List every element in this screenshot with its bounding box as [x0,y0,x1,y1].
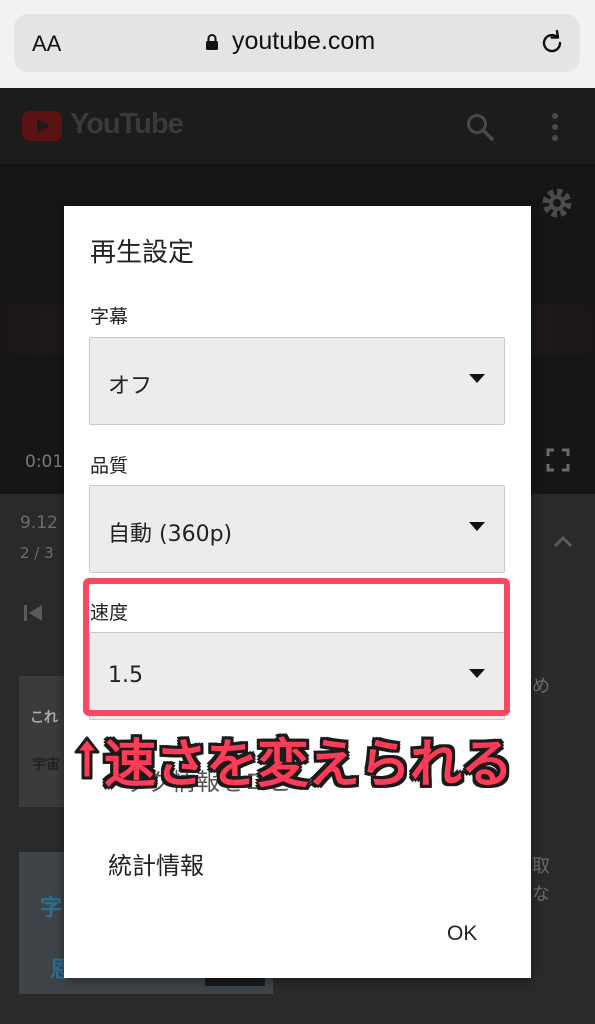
text-size-button[interactable]: AA [32,31,61,57]
url-text[interactable]: youtube.com [232,27,375,56]
ok-button[interactable]: OK [447,922,477,946]
quality-select[interactable]: 自動 (360p) [89,485,505,573]
video-title-fragment: 取 [532,856,550,877]
dropdown-arrow-icon [469,522,485,531]
youtube-logo-text: YouTube [70,108,184,140]
playlist-position: 2 / 3 [20,544,54,562]
dropdown-arrow-icon [469,374,485,383]
captions-value: オフ [108,374,153,399]
chevron-up-icon[interactable] [552,532,574,550]
more-vert-icon[interactable] [548,110,562,144]
lock-icon [206,34,218,50]
captions-label: 字幕 [90,306,129,328]
search-icon[interactable] [465,112,495,142]
quality-value: 自動 (360p) [108,522,233,547]
browser-toolbar: AA youtube.com [0,0,595,88]
annotation-caption: 速さを変えられる [104,735,513,795]
video-info-line: 9.12 [20,513,58,533]
speed-highlight-box [83,578,510,716]
thumbnail-text: これ [30,710,58,726]
video-title-fragment: な [532,884,550,905]
thumbnail-text: 字 [40,896,63,921]
youtube-logo-icon [22,111,62,141]
quality-label: 品質 [90,455,129,477]
dialog-title: 再生設定 [90,238,195,268]
video-time: 0:01 [25,452,64,472]
captions-select[interactable]: オフ [89,337,505,425]
arrow-up-icon [74,736,100,780]
fullscreen-icon[interactable] [546,448,570,472]
thumbnail-text: 宇宙 [32,757,60,773]
address-bar[interactable]: AA youtube.com [14,14,580,72]
gear-icon[interactable] [540,186,574,220]
reload-icon[interactable] [538,29,566,57]
previous-icon[interactable] [22,603,44,623]
video-thumbnail[interactable] [19,676,64,807]
stats-for-nerds-item[interactable]: 統計情報 [108,846,204,881]
video-title-fragment: め [532,676,550,697]
